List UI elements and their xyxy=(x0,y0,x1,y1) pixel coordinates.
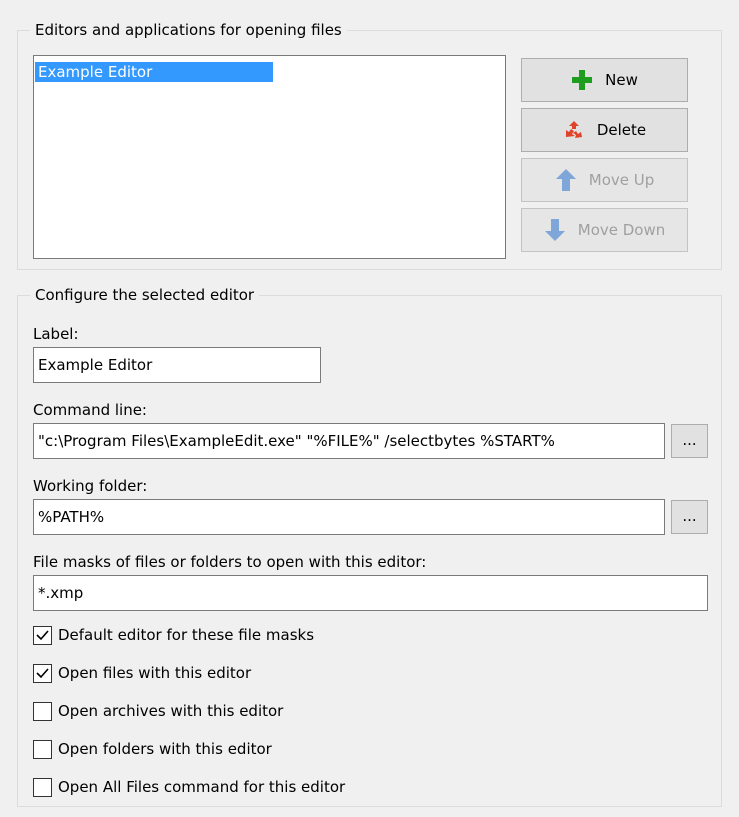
delete-button-label: Delete xyxy=(596,121,647,139)
file-masks-label: File masks of files or folders to open w… xyxy=(33,553,427,571)
move-down-button[interactable]: Move Down xyxy=(521,208,688,252)
working-folder-browse-button[interactable]: ... xyxy=(671,500,708,534)
plus-icon xyxy=(572,70,593,90)
editors-group-title: Editors and applications for opening fil… xyxy=(30,21,347,39)
arrow-down-icon xyxy=(544,219,565,241)
recycle-icon xyxy=(565,121,582,138)
editors-listbox[interactable]: Example Editor xyxy=(33,55,506,259)
checkmark-icon xyxy=(36,667,49,678)
command-line-input[interactable]: "c:\Program Files\ExampleEdit.exe" "%FIL… xyxy=(33,423,665,459)
open-all-files-checkbox-label: Open All Files command for this editor xyxy=(58,778,346,796)
open-files-checkbox-label: Open files with this editor xyxy=(58,664,252,682)
open-folders-checkbox-label: Open folders with this editor xyxy=(58,740,272,758)
move-down-button-label: Move Down xyxy=(577,221,666,239)
default-editor-checkbox-label: Default editor for these file masks xyxy=(58,626,315,644)
open-all-files-checkbox-row[interactable]: Open All Files command for this editor xyxy=(33,775,345,799)
label-input[interactable]: Example Editor xyxy=(33,347,321,383)
command-line-label: Command line: xyxy=(33,401,147,419)
default-editor-checkbox-row[interactable]: Default editor for these file masks xyxy=(33,623,314,647)
open-archives-checkbox-row[interactable]: Open archives with this editor xyxy=(33,699,283,723)
open-folders-checkbox[interactable] xyxy=(33,739,52,759)
default-editor-checkbox[interactable] xyxy=(33,625,52,645)
open-archives-checkbox[interactable] xyxy=(33,701,52,721)
move-up-button-label: Move Up xyxy=(588,171,655,189)
config-group-title: Configure the selected editor xyxy=(30,286,260,304)
file-masks-input[interactable]: *.xmp xyxy=(33,575,708,611)
open-folders-checkbox-row[interactable]: Open folders with this editor xyxy=(33,737,272,761)
working-folder-input[interactable]: %PATH% xyxy=(33,499,665,535)
open-files-checkbox-row[interactable]: Open files with this editor xyxy=(33,661,251,685)
new-button-label: New xyxy=(605,71,638,89)
list-item[interactable]: Example Editor xyxy=(35,62,273,82)
command-browse-button[interactable]: ... xyxy=(671,424,708,458)
new-button[interactable]: New xyxy=(521,58,688,102)
checkmark-icon xyxy=(36,629,49,640)
open-all-files-checkbox[interactable] xyxy=(33,777,52,797)
label-field-label: Label: xyxy=(33,325,79,343)
open-files-checkbox[interactable] xyxy=(33,663,52,683)
move-up-button[interactable]: Move Up xyxy=(521,158,688,202)
arrow-up-icon xyxy=(555,169,576,191)
working-folder-label: Working folder: xyxy=(33,477,148,495)
delete-button[interactable]: Delete xyxy=(521,108,688,152)
open-archives-checkbox-label: Open archives with this editor xyxy=(58,702,284,720)
